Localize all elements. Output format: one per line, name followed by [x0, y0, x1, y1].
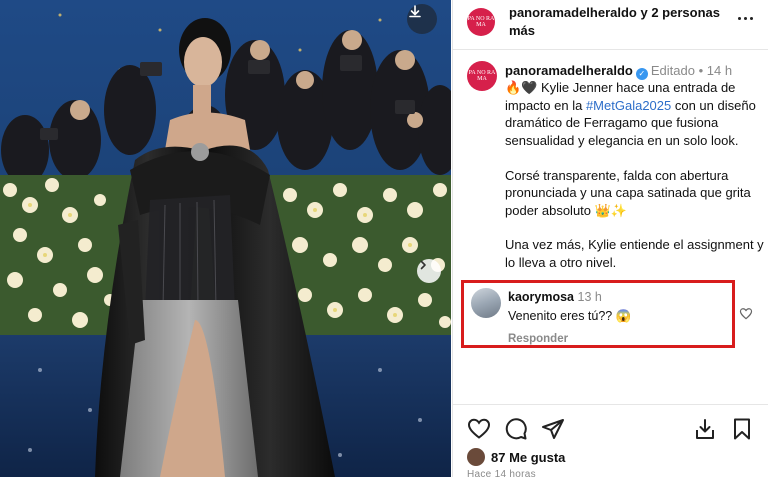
edited-label: Editado	[650, 63, 695, 78]
next-image-button[interactable]	[417, 259, 441, 283]
post-image	[0, 0, 451, 477]
liker-avatar	[467, 448, 485, 466]
caption-paragraph-2: Corsé transparente, falda con abertura p…	[505, 167, 751, 218]
post-panel: PA NO RA MA panoramadelheraldo y 2 perso…	[452, 0, 768, 477]
likes-row[interactable]: 87 Me gusta	[467, 447, 565, 467]
header-title: panoramadelheraldo y 2 personas más	[509, 4, 724, 40]
comment-text: Venenito eres tú?? 😱	[508, 309, 632, 323]
caption-text-2: Una vez más, Kylie entiende el assignmen…	[505, 236, 767, 271]
download-icon	[409, 5, 421, 18]
likes-count[interactable]: 87 Me gusta	[491, 450, 565, 465]
download-button[interactable]	[407, 4, 437, 34]
comment-header: kaorymosa 13 h	[508, 289, 602, 305]
reply-button[interactable]: Responder	[508, 332, 568, 346]
comment-time: 13 h	[577, 290, 602, 304]
bookmark-icon[interactable]	[730, 417, 754, 441]
post-photo	[0, 0, 451, 477]
header-username[interactable]: panoramadelheraldo	[509, 5, 637, 20]
caption-paragraph-1: 🔥🖤 Kylie Jenner hace una entrada de impa…	[505, 79, 767, 149]
highlighted-comment: kaorymosa 13 h Venenito eres tú?? 😱 Resp…	[461, 280, 735, 348]
caption-username[interactable]: panoramadelheraldo	[505, 63, 633, 78]
caption-paragraph-3: Una vez más, Kylie entiende el assignmen…	[505, 237, 764, 270]
save-download-icon[interactable]	[693, 417, 717, 441]
comment-username[interactable]: kaorymosa	[508, 290, 574, 304]
hashtag-link[interactable]: #MetGala2025	[586, 98, 671, 113]
chevron-right-icon	[420, 260, 426, 270]
caption-avatar[interactable]: PA NO RA MA	[467, 61, 497, 91]
logo-text: PA NO RA MA	[467, 16, 495, 28]
caption-time[interactable]: 14 h	[707, 63, 732, 78]
caption-text: 🔥🖤 Kylie Jenner hace una entrada de impa…	[505, 79, 767, 219]
separator: •	[698, 63, 707, 78]
post-header: PA NO RA MA panoramadelheraldo y 2 perso…	[453, 0, 768, 50]
comment-like-heart-icon[interactable]	[739, 307, 753, 321]
action-bar	[453, 404, 768, 441]
account-avatar[interactable]: PA NO RA MA	[467, 8, 495, 36]
commenter-avatar[interactable]	[471, 288, 501, 318]
heart-icon[interactable]	[467, 417, 491, 441]
post-timestamp: Hace 14 horas	[467, 469, 536, 477]
send-icon[interactable]	[541, 417, 565, 441]
caption-logo-text: PA NO RA MA	[468, 70, 496, 82]
more-options-icon[interactable]	[733, 10, 757, 26]
caption-header: panoramadelheraldo ✓ Editado • 14 h	[505, 62, 732, 80]
comment-icon[interactable]	[504, 417, 528, 441]
